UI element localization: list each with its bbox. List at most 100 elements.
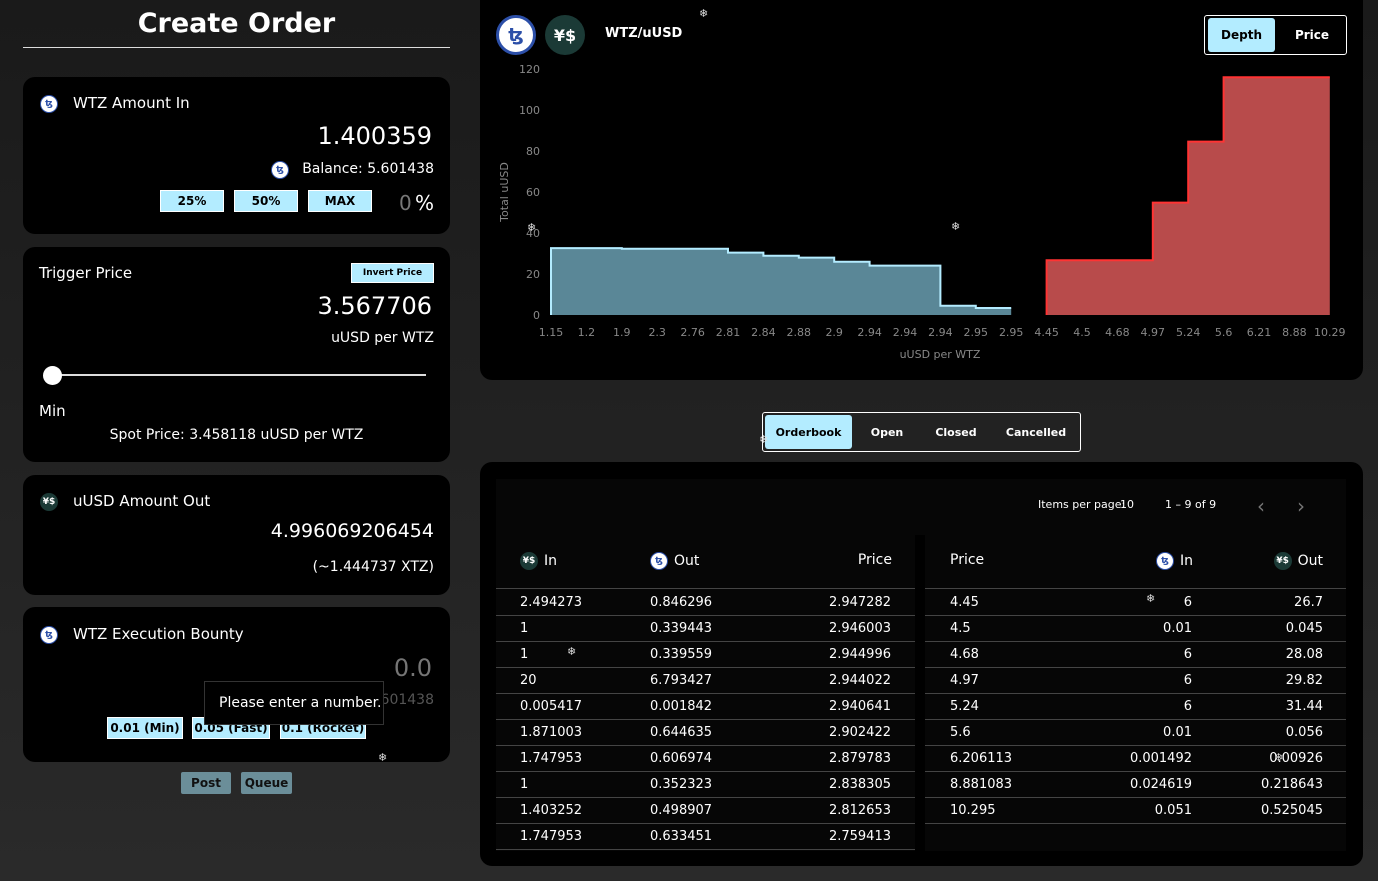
bid-row-cell: 2.946003	[828, 621, 891, 636]
bid-row-cell: 0.005417	[520, 699, 583, 714]
asks-header-price: Price	[950, 552, 985, 568]
tab-cancelled[interactable]: Cancelled	[993, 415, 1079, 449]
bounty-min-button[interactable]: 0.01 (Min)	[107, 717, 183, 739]
bid-row-cell: 2.944022	[828, 673, 891, 688]
bid-row-cell: 1.871003	[520, 725, 583, 740]
ask-row-cell: 6	[1183, 595, 1192, 610]
ask-row-cell: 8.881083	[950, 777, 1013, 792]
bid-row-cell: 2.759413	[828, 829, 891, 844]
bid-row: 2.494273 0.846296 2.947282	[496, 589, 915, 616]
y-axis-label: Total uUSD	[498, 162, 511, 223]
x-tick-label: 2.94	[893, 326, 918, 339]
ask-row-cell: 6	[1183, 647, 1192, 662]
bounty-input[interactable]	[230, 653, 434, 683]
ask-row-cell: 4.68	[950, 647, 979, 662]
x-axis-label: uUSD per WTZ	[900, 348, 981, 361]
slider-handle[interactable]	[43, 366, 62, 385]
y-tick-label: 0	[533, 309, 540, 322]
snowflake-icon: ❄	[759, 433, 769, 446]
x-tick-label: 1.15	[539, 326, 564, 339]
snowflake-icon: ❄	[1146, 592, 1156, 605]
bid-row-cell: 0.498907	[650, 803, 713, 818]
bid-row-cell: 20	[520, 673, 537, 688]
bid-row-cell: 6.793427	[650, 673, 713, 688]
pair-label: WTZ/uUSD	[605, 26, 683, 41]
trigger-price-input[interactable]	[180, 291, 434, 321]
ask-row: 4.45 6 26.7	[925, 589, 1346, 616]
items-per-page-label: Items per page:	[1038, 498, 1126, 511]
spot-price: Spot Price: 3.458118 uUSD per WTZ	[109, 427, 364, 443]
ask-row-cell: 6	[1183, 673, 1192, 688]
table-divider	[915, 535, 925, 851]
x-tick-label: 2.84	[751, 326, 776, 339]
bid-row-cell: 2.838305	[828, 777, 891, 792]
ask-row-cell: 31.44	[1285, 699, 1323, 714]
amount-out-card: ¥$ uUSD Amount Out 4.996069206454 (~1.44…	[23, 475, 450, 595]
post-button[interactable]: Post	[181, 772, 231, 794]
ask-row-cell: 5.6	[950, 725, 971, 740]
ask-row: 4.97 6 29.82	[925, 667, 1346, 694]
tab-closed[interactable]: Closed	[923, 415, 989, 449]
amount-in-input[interactable]	[180, 121, 434, 151]
asks-header-out: ¥$ Out	[1223, 552, 1323, 570]
pct-input[interactable]: 0	[399, 191, 412, 215]
depth-toggle[interactable]: Depth	[1208, 18, 1275, 52]
amount-in-card: ꜩ WTZ Amount In ꜩ Balance: 5.601438 25% …	[23, 77, 450, 234]
ask-row-cell: 0.024619	[1129, 777, 1192, 792]
x-tick-label: 10.29	[1314, 326, 1346, 339]
x-tick-label: 2.88	[787, 326, 812, 339]
ask-row-cell: 0.051	[1154, 803, 1192, 818]
next-page-icon[interactable]: ›	[1297, 494, 1305, 518]
bid-row: 20 6.793427 2.944022	[496, 667, 915, 694]
bid-row: 1.871003 0.644635 2.902422	[496, 719, 915, 746]
ask-row: 8.881083 0.024619 0.218643	[925, 771, 1346, 798]
tez-icon: ꜩ	[271, 161, 289, 179]
x-tick-label: 5.24	[1176, 326, 1201, 339]
x-tick-label: 6.21	[1247, 326, 1272, 339]
x-tick-label: 1.2	[578, 326, 596, 339]
snowflake-icon: ❄	[699, 7, 709, 20]
ask-row-cell: 5.24	[950, 699, 979, 714]
chart-toggle: Depth Price	[1204, 15, 1347, 55]
pct-max-button[interactable]: MAX	[308, 190, 372, 212]
ask-row-cell: 0.525045	[1260, 803, 1323, 818]
bid-row-cell: 0.644635	[650, 725, 713, 740]
x-tick-label: 2.94	[857, 326, 882, 339]
slider-track[interactable]	[48, 374, 426, 376]
amount-out-value: 4.996069206454	[270, 520, 434, 542]
snowflake-icon: ❄	[567, 645, 577, 658]
bid-row-cell: 2.947282	[828, 595, 891, 610]
uusd-icon: ¥$	[40, 493, 58, 511]
tab-open[interactable]: Open	[855, 415, 919, 449]
amount-out-label: uUSD Amount Out	[73, 492, 211, 510]
x-tick-label: 4.5	[1073, 326, 1091, 339]
queue-button[interactable]: Queue	[241, 772, 292, 794]
pct-sign: %	[415, 191, 435, 215]
trigger-card: Trigger Price Invert Price uUSD per WTZ …	[23, 247, 450, 462]
bid-row-cell: 2.494273	[520, 595, 583, 610]
tez-icon: ꜩ	[650, 552, 668, 570]
bid-row-cell: 1.747953	[520, 829, 583, 844]
prev-page-icon[interactable]: ‹	[1257, 494, 1265, 518]
bids-header-out: ꜩ Out	[650, 552, 699, 570]
tab-orderbook[interactable]: Orderbook	[765, 415, 852, 449]
slider-min-label: Min	[39, 402, 66, 420]
bid-row: 1.747953 0.606974 2.879783	[496, 745, 915, 772]
ask-row: 4.68 6 28.08	[925, 641, 1346, 668]
x-tick-label: 1.9	[613, 326, 631, 339]
invert-price-button[interactable]: Invert Price	[351, 263, 434, 283]
ask-row: 10.295 0.051 0.525045	[925, 797, 1346, 824]
bid-row-cell: 0.606974	[650, 751, 713, 766]
x-tick-label: 2.81	[716, 326, 741, 339]
x-tick-label: 5.6	[1215, 326, 1233, 339]
snowflake-icon: ❄	[527, 221, 537, 234]
ask-row-cell: 0.218643	[1260, 777, 1323, 792]
tez-icon: ꜩ	[496, 15, 536, 55]
bounty-card: ꜩ WTZ Execution Bounty Balance: 5.601438…	[23, 607, 450, 762]
price-toggle[interactable]: Price	[1279, 18, 1345, 52]
pct-50-button[interactable]: 50%	[234, 190, 298, 212]
ask-row-cell: 6.206113	[950, 751, 1013, 766]
y-tick-label: 120	[519, 63, 540, 76]
pct-25-button[interactable]: 25%	[160, 190, 224, 212]
items-per-page-select[interactable]: 10	[1120, 498, 1134, 511]
